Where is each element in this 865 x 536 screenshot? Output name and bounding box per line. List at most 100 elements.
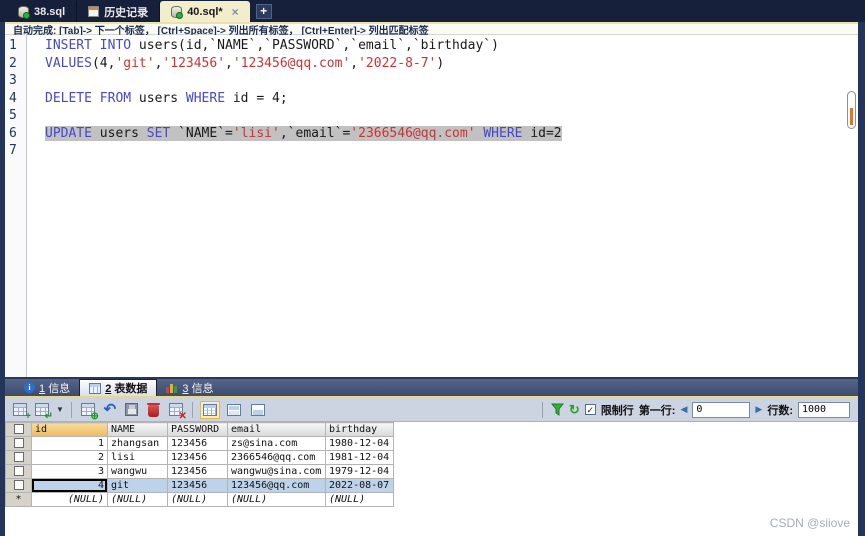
code-line[interactable]: VALUES(4,'git','123456','123456@qq.com',…: [27, 55, 858, 73]
line-number: 7: [9, 143, 17, 158]
column-header-id[interactable]: id: [31, 422, 108, 437]
cell[interactable]: wangwu: [107, 464, 168, 479]
cell[interactable]: (NULL): [107, 492, 168, 507]
cell[interactable]: 1981-12-04: [325, 450, 394, 465]
filter-icon[interactable]: [550, 403, 564, 416]
cell[interactable]: (NULL): [31, 492, 108, 507]
cell[interactable]: 4: [31, 478, 108, 493]
code-line[interactable]: [27, 142, 858, 160]
code-line[interactable]: UPDATE users SET `NAME`='lisi',`email`='…: [27, 125, 858, 143]
tab-label: 40.sql*: [187, 5, 223, 18]
result-tab-bar: i 1 信息 2 表数据 3 信息: [5, 377, 858, 396]
delete-row-icon[interactable]: [145, 401, 163, 419]
new-row-commit-icon[interactable]: ⊕: [79, 401, 99, 421]
cell[interactable]: (NULL): [325, 492, 394, 507]
text-view-icon[interactable]: [248, 401, 268, 419]
table-row[interactable]: 1 zhangsan 123456 zs@sina.com 1980-12-04: [5, 436, 394, 451]
row-count-input[interactable]: [798, 401, 850, 418]
cell[interactable]: 123456: [167, 436, 228, 451]
cell[interactable]: 123456@qq.com: [227, 478, 326, 493]
tab-history[interactable]: 历史记录: [77, 1, 161, 22]
row-select-checkbox[interactable]: [5, 450, 32, 465]
row-select-checkbox[interactable]: [5, 464, 32, 479]
change-marker-icon: [850, 108, 853, 125]
checkbox-icon[interactable]: [13, 438, 24, 448]
refresh-icon[interactable]: ↻: [569, 402, 580, 418]
dropdown-caret-icon[interactable]: ▼: [56, 405, 64, 414]
checkbox-icon[interactable]: [13, 452, 24, 462]
footer-area: CSDN @siiove: [5, 510, 858, 536]
column-header-name[interactable]: NAME: [107, 422, 168, 437]
checkbox-icon[interactable]: [13, 424, 24, 434]
line-numbers: 1 2 3 4 5 6 7: [5, 35, 27, 377]
table-row[interactable]: 3 wangwu 123456 wangwu@sina.com 1979-12-04: [5, 464, 394, 479]
cell[interactable]: 123456: [167, 464, 228, 479]
sql-editor[interactable]: 1 2 3 4 5 6 7 INSERT INTO users(id,`NAME`,`PAS…: [5, 35, 858, 377]
history-icon: [88, 6, 100, 17]
cell[interactable]: 123456: [167, 478, 228, 493]
cell[interactable]: 2022-08-07: [325, 478, 394, 493]
row-count-label: 行数:: [767, 404, 793, 417]
grid-toolbar: + ↵ ▼ ⊕ ↶ ✕ ↻ ✓ 限制行 第一行: ◀ ▶ 行数:: [5, 398, 858, 422]
spinner-left-icon[interactable]: ◀: [680, 404, 687, 415]
checkbox-icon[interactable]: [13, 480, 24, 490]
code-line[interactable]: [27, 107, 858, 125]
cell[interactable]: zhangsan: [107, 436, 168, 451]
table-row[interactable]: 2 lisi 123456 2366546@qq.com 1981-12-04: [5, 450, 394, 465]
cell[interactable]: 1980-12-04: [325, 436, 394, 451]
close-tab-icon[interactable]: ×: [232, 5, 239, 19]
first-row-input[interactable]: [692, 401, 751, 418]
code-line[interactable]: DELETE FROM users WHERE id = 4;: [27, 90, 858, 108]
spinner-right-icon[interactable]: ▶: [755, 404, 762, 415]
cell[interactable]: zs@sina.com: [227, 436, 326, 451]
grid-view-icon[interactable]: [199, 400, 220, 419]
insert-row-dropdown-icon[interactable]: ↵: [33, 401, 53, 421]
editor-scrollbar[interactable]: [846, 35, 857, 377]
tab-messages-1[interactable]: i 1 信息: [15, 379, 79, 396]
new-row-marker[interactable]: *: [5, 492, 32, 507]
tab-label: 信息: [48, 382, 71, 395]
cell[interactable]: 2: [31, 450, 108, 465]
column-header-email[interactable]: email: [227, 422, 326, 437]
cell[interactable]: 1: [31, 436, 108, 451]
checkbox-icon[interactable]: [13, 466, 24, 476]
line-number: 1: [9, 38, 17, 53]
new-tab-button[interactable]: +: [255, 4, 272, 19]
cell[interactable]: 3: [31, 464, 108, 479]
tab-messages-3[interactable]: 3 信息: [157, 379, 222, 396]
code-line[interactable]: INSERT INTO users(id,`NAME`,`PASSWORD`,`…: [27, 37, 858, 55]
undo-icon[interactable]: ↶: [101, 401, 119, 419]
code-line[interactable]: [27, 72, 858, 90]
column-header-birthday[interactable]: birthday: [325, 422, 394, 437]
cell[interactable]: (NULL): [167, 492, 228, 507]
discard-changes-icon[interactable]: ✕: [167, 401, 187, 421]
row-select-checkbox[interactable]: [5, 478, 32, 493]
table-row[interactable]: * (NULL) (NULL) (NULL) (NULL) (NULL): [5, 492, 394, 507]
cell[interactable]: 2366546@qq.com: [227, 450, 326, 465]
cell[interactable]: wangwu@sina.com: [227, 464, 326, 479]
form-view-icon[interactable]: [224, 401, 244, 419]
row-select-checkbox[interactable]: [5, 436, 32, 451]
table-row[interactable]: 4 git 123456 123456@qq.com 2022-08-07: [5, 478, 394, 493]
tab-accel: 3: [182, 382, 189, 395]
add-row-icon[interactable]: +: [11, 401, 31, 421]
select-all-header[interactable]: [5, 422, 32, 437]
save-icon[interactable]: [123, 401, 141, 419]
column-header-password[interactable]: PASSWORD: [167, 422, 228, 437]
code-lines[interactable]: INSERT INTO users(id,`NAME`,`PASSWORD`,`…: [27, 35, 858, 377]
scroll-marker[interactable]: [847, 91, 856, 129]
tab-table-data[interactable]: 2 表数据: [79, 379, 158, 396]
cell[interactable]: 1979-12-04: [325, 464, 394, 479]
cell[interactable]: lisi: [107, 450, 168, 465]
window-border-left: [0, 22, 5, 536]
limit-rows-checkbox[interactable]: ✓: [584, 404, 596, 415]
first-row-label: 第一行:: [638, 404, 676, 417]
database-icon: [171, 5, 184, 19]
limit-rows-label: 限制行: [600, 404, 634, 417]
tab-label: 信息: [191, 382, 214, 395]
cell[interactable]: git: [107, 478, 168, 493]
cell[interactable]: (NULL): [227, 492, 326, 507]
cell[interactable]: 123456: [167, 450, 228, 465]
tab-40sql-active[interactable]: 40.sql* ×: [160, 1, 250, 22]
tab-38sql[interactable]: 38.sql: [7, 1, 78, 22]
